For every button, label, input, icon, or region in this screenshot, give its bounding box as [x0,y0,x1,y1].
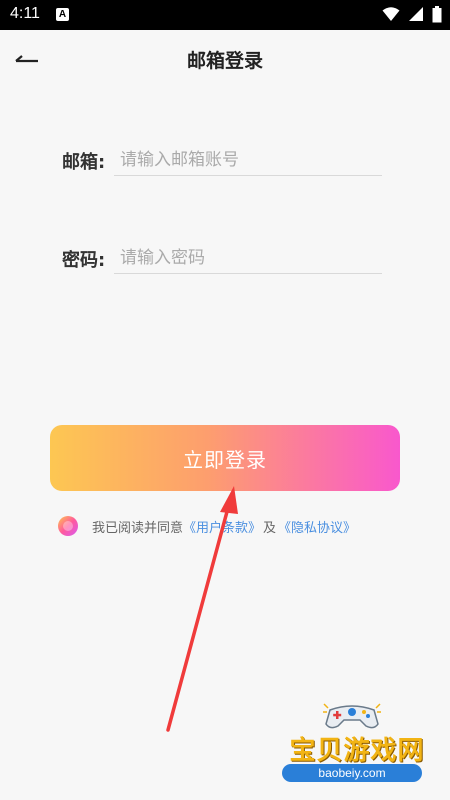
terms-link[interactable]: 《用户条款》 [183,517,261,536]
battery-icon [432,6,442,23]
status-icons [374,6,442,24]
gamepad-icon [323,703,381,729]
watermark-url: baobeiy.com [282,764,422,782]
status-time: 4:11 [10,5,40,22]
page-title: 邮箱登录 [186,50,263,72]
watermark-title: 宝贝游戏网 [289,736,425,766]
agreement-conjunction: 及 [263,520,277,536]
email-label: 邮箱: [62,152,106,173]
annotation-arrow [166,486,238,732]
agree-checkbox[interactable] [58,516,78,536]
password-label: 密码: [62,250,106,271]
watermark: 宝贝游戏网 baobeiy.com [272,700,442,795]
wifi-icon [382,7,400,21]
privacy-link[interactable]: 《隐私协议》 [278,517,356,536]
cellular-signal-icon [409,7,423,21]
notification-icon: A [56,8,69,21]
password-input[interactable] [114,242,382,274]
agreement-row: 我已阅读并同意 《用户条款》 及 《隐私协议》 [58,515,356,537]
agreement-prefix: 我已阅读并同意 [92,520,184,536]
status-bar: 4:11 A [0,0,450,30]
email-input[interactable] [114,144,382,176]
login-button[interactable]: 立即登录 [50,425,400,491]
